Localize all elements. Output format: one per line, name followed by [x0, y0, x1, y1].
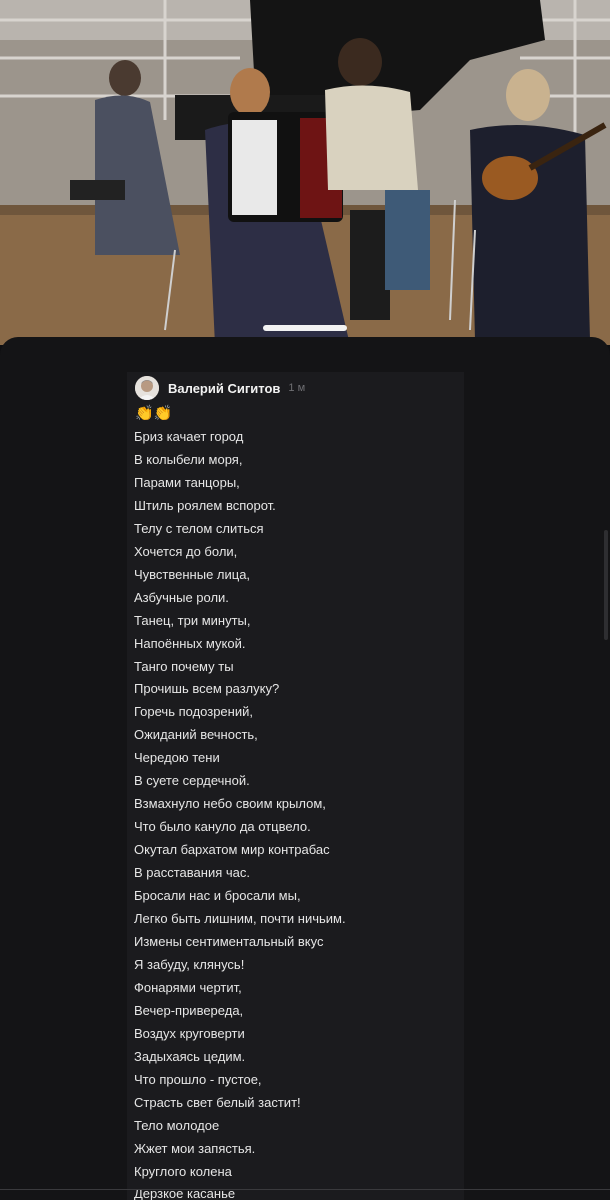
clapping-hands-icon: 👏👏 [135, 405, 173, 422]
comment-header: Валерий Сигитов 1 м [135, 375, 305, 401]
comment-line: Ожиданий вечность, [134, 727, 258, 743]
comment-line: В суете сердечной. [134, 773, 250, 789]
avatar-image [135, 376, 159, 400]
comment-line: В колыбели моря, [134, 451, 243, 467]
comment-line: Штиль роялем вспорот. [134, 497, 276, 513]
comment-line: Чередою тени [134, 750, 220, 766]
bottom-divider [0, 1189, 610, 1190]
comment-line: Я забуду, клянусь! [134, 956, 245, 972]
comment-line: Бросали нас и бросали мы, [134, 888, 301, 904]
comment-line: Окутал бархатом мир контрабас [134, 842, 330, 858]
comment-line: Взмахнуло небо своим крылом, [134, 796, 326, 812]
video-player[interactable] [0, 0, 610, 345]
comment-line: Что прошло - пустое, [134, 1071, 262, 1087]
comment-card: Валерий Сигитов 1 м 👏👏 Бриз качает город… [127, 372, 464, 1200]
comment-line: Прочишь всем разлуку? [134, 681, 280, 697]
comment-line: Страсть свет белый застит! [134, 1094, 301, 1110]
comment-line: Воздух круговерти [134, 1025, 245, 1041]
comment-author[interactable]: Валерий Сигитов [168, 381, 280, 396]
comment-line: Азбучные роли. [134, 589, 229, 605]
comment-line: Дерзкое касанье [134, 1186, 236, 1200]
comment-line: Танго почему ты [134, 658, 234, 674]
comment-line: Фонарями чертит, [134, 979, 242, 995]
sheet-grabber[interactable] [263, 325, 347, 331]
comment-line: Напоённых мукой. [134, 635, 246, 651]
comment-line: В расставания час. [134, 865, 250, 881]
comment-line: Легко быть лишним, почти ничьим. [134, 911, 346, 927]
comment-line: Хочется до боли, [134, 543, 238, 559]
comment-line: Чувственные лица, [134, 566, 251, 582]
avatar[interactable] [135, 376, 159, 400]
comment-time: 1 м [288, 382, 306, 394]
comment-line: Вечер-привереда, [134, 1002, 244, 1018]
comment-line: Бриз качает город [134, 429, 244, 444]
comment-line: Задыхаясь цедим. [134, 1048, 246, 1064]
comment-line: Горечь подозрений, [134, 704, 253, 720]
comment-line: Что было кануло да отцвело. [134, 819, 311, 835]
scrollbar[interactable] [604, 530, 608, 640]
comment-line: Круглого колена [134, 1163, 232, 1179]
comment-line: Парами танцоры, [134, 474, 240, 490]
comment-line: Телу с телом слиться [134, 520, 264, 536]
comment-line: Жжет мои запястья. [134, 1140, 256, 1156]
comment-text: Бриз качает город В колыбели моря, Парам… [134, 426, 346, 1200]
comments-sheet: Валерий Сигитов 1 м 👏👏 Бриз качает город… [0, 337, 610, 1200]
comment-line: Измены сентиментальный вкус [134, 933, 324, 949]
video-frame [0, 0, 610, 345]
comment-line: Танец, три минуты, [134, 612, 251, 628]
comment-line: Тело молодое [134, 1117, 220, 1133]
